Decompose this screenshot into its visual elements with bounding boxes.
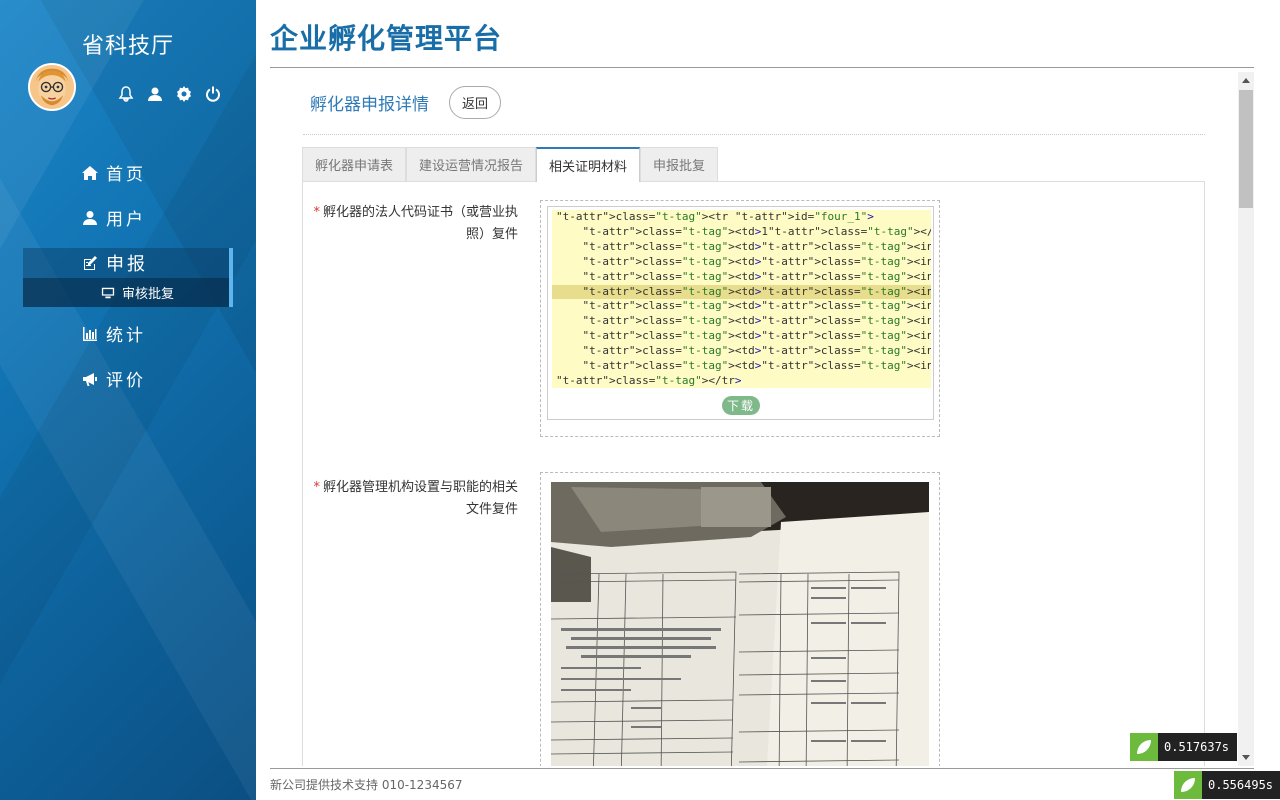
main-nav: 首页 用户 申报 审核批复 统计 评价	[0, 150, 256, 401]
code-line: "t-attr">class="t-tag"><td>"t-attr">clas…	[582, 314, 932, 328]
field-label-org-docs: * 孵化器管理机构设置与职能的相关文件复件	[313, 480, 518, 517]
divider	[303, 134, 1205, 135]
app-title: 企业孵化管理平台	[270, 22, 503, 55]
tab-panel: * 孵化器的法人代码证书（或营业执照）复件 "t-attr">class="t-t…	[302, 181, 1205, 766]
footer-divider	[270, 768, 1254, 769]
code-line: "t-attr">class="t-tag"><td>"t-attr">clas…	[582, 329, 932, 343]
nav-item-evaluate[interactable]: 评价	[0, 356, 256, 401]
scroll-down-arrow-icon[interactable]	[1242, 755, 1250, 760]
scrollbar[interactable]	[1238, 72, 1254, 766]
user-icon	[83, 210, 97, 225]
code-line: "t-attr">class="t-tag"><td>"t-attr">clas…	[582, 359, 932, 373]
code-line: "t-attr">class="t-tag"><tr "t-attr">id="…	[556, 210, 874, 223]
monitor-icon	[101, 287, 115, 298]
nav-item-home[interactable]: 首页	[0, 150, 256, 195]
tab-bar: 孵化器申请表 建设运营情况报告 相关证明材料 申报批复	[302, 147, 719, 182]
code-line: "t-attr">class="t-tag"><td>"t-attr">clas…	[582, 344, 932, 358]
user-icon[interactable]	[147, 86, 163, 102]
user-toolbar	[118, 86, 221, 102]
edit-icon	[84, 256, 97, 270]
leaf-icon	[1130, 733, 1158, 761]
header-divider	[270, 67, 1254, 68]
bar-chart-icon	[83, 326, 97, 341]
tab-application-form[interactable]: 孵化器申请表	[302, 147, 407, 181]
field-label-license: * 孵化器的法人代码证书（或营业执照）复件	[313, 205, 518, 242]
attachment-frame-org-docs	[540, 472, 940, 766]
nav-item-apply[interactable]: 申报	[23, 248, 233, 278]
required-mark: *	[313, 480, 320, 495]
tab-supporting-documents[interactable]: 相关证明材料	[536, 147, 641, 182]
download-button[interactable]: 下载	[722, 396, 760, 415]
document-photo-image	[551, 482, 929, 766]
code-line: "t-attr">class="t-tag"><td>"t-attr">clas…	[582, 239, 932, 253]
code-line: "t-attr">class="t-tag"><td>"t-attr">clas…	[582, 269, 932, 283]
tab-approval[interactable]: 申报批复	[640, 147, 719, 181]
code-line: "t-attr">class="t-tag"><td>"t-attr">clas…	[582, 254, 932, 268]
code-line: "t-attr">class="t-tag"><td>"t-attr">clas…	[552, 284, 931, 300]
attachment-preview[interactable]: "t-attr">class="t-tag"><tr "t-attr">id="…	[547, 206, 934, 420]
avatar[interactable]	[28, 63, 76, 111]
attachment-frame-license: "t-attr">class="t-tag"><tr "t-attr">id="…	[540, 200, 940, 437]
back-button[interactable]: 返回	[449, 86, 502, 119]
leaf-icon	[1174, 771, 1202, 799]
megaphone-icon	[83, 372, 97, 386]
code-line: "t-attr">class="t-tag"><td>"t-attr">clas…	[582, 299, 932, 313]
code-line: "t-attr">class="t-tag"></tr>	[556, 373, 742, 387]
scrollbar-thumb[interactable]	[1239, 90, 1253, 208]
footer-text: 新公司提供技术支持 010-1234567	[270, 778, 463, 792]
bell-icon[interactable]	[118, 86, 134, 102]
timer-badge: 0.556495s	[1174, 771, 1280, 799]
document-photo[interactable]	[551, 482, 929, 766]
gear-icon[interactable]	[176, 86, 192, 102]
code-line: "t-attr">class="t-tag"><td>1"t-attr">cla…	[582, 224, 932, 238]
scroll-up-arrow-icon[interactable]	[1242, 78, 1250, 83]
timer-badge: 0.517637s	[1130, 733, 1237, 761]
nav-item-stats[interactable]: 统计	[0, 311, 256, 356]
required-mark: *	[313, 205, 320, 220]
sidebar: 省科技厅 首页 用户 申报 审核批复 统计 评价	[0, 0, 256, 800]
tab-operation-report[interactable]: 建设运营情况报告	[406, 147, 537, 181]
power-icon[interactable]	[205, 86, 221, 102]
detail-header: 孵化器申报详情 返回	[310, 86, 502, 119]
brand-title: 省科技厅	[81, 34, 174, 59]
subnav-item-review[interactable]: 审核批复	[23, 278, 233, 307]
page-title: 孵化器申报详情	[310, 95, 429, 115]
home-icon	[82, 165, 98, 180]
nav-item-users[interactable]: 用户	[0, 195, 256, 240]
main-content: 孵化器申报详情 返回 孵化器申请表 建设运营情况报告 相关证明材料 申报批复 *…	[270, 72, 1238, 766]
code-screenshot: "t-attr">class="t-tag"><tr "t-attr">id="…	[552, 210, 931, 388]
